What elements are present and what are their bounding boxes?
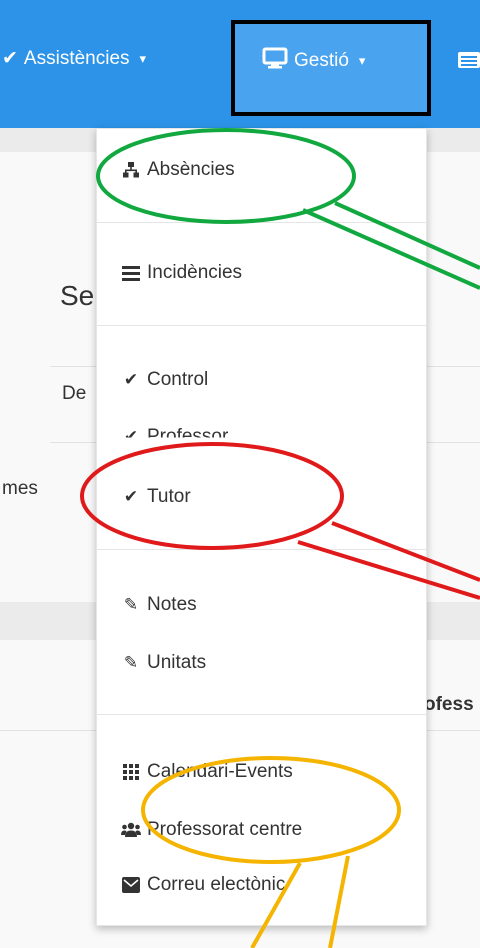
menu-item-correu-electonic[interactable]: Correu electònic bbox=[121, 874, 285, 896]
edit-icon: ✎ bbox=[123, 595, 139, 614]
nav-item-gestio[interactable]: Gestió ▾ bbox=[262, 47, 365, 75]
gestio-dropdown-menu: Absències Incidències ✔ Control ✔ Profes… bbox=[96, 128, 427, 926]
menu-divider bbox=[97, 714, 426, 715]
caret-down-icon: ▾ bbox=[139, 50, 147, 66]
list-icon bbox=[121, 265, 141, 281]
background-label: ofess bbox=[424, 694, 474, 715]
users-icon bbox=[121, 822, 141, 838]
menu-item-label: Professor bbox=[147, 426, 229, 447]
menu-divider bbox=[97, 325, 426, 326]
check-icon: ✔ bbox=[123, 487, 139, 506]
menu-item-unitats[interactable]: ✎ Unitats bbox=[121, 652, 206, 674]
menu-item-label: Absències bbox=[147, 159, 235, 180]
desktop-icon bbox=[262, 47, 288, 75]
menu-item-label: Control bbox=[147, 369, 209, 390]
envelope-icon bbox=[121, 877, 141, 893]
menu-item-label: Incidències bbox=[147, 262, 243, 283]
menu-item-label: Unitats bbox=[147, 652, 207, 673]
menu-item-label: Tutor bbox=[147, 486, 191, 507]
list-icon bbox=[458, 52, 480, 74]
check-icon: ✔ bbox=[123, 370, 139, 389]
menu-item-control[interactable]: ✔ Control bbox=[121, 369, 208, 391]
menu-item-tutor[interactable]: ✔ Tutor bbox=[121, 486, 191, 508]
menu-item-label: Professorat centre bbox=[147, 819, 303, 840]
sitemap-icon bbox=[121, 162, 141, 178]
nav-item-label: Assistències bbox=[23, 47, 130, 69]
caret-down-icon: ▾ bbox=[358, 53, 366, 68]
nav-item-partial[interactable] bbox=[458, 52, 480, 74]
nav-item-label: Gestió bbox=[294, 50, 349, 71]
menu-item-label: Notes bbox=[147, 594, 197, 615]
menu-divider bbox=[97, 549, 426, 550]
grid-icon bbox=[121, 764, 141, 780]
check-icon: ✔ bbox=[2, 48, 18, 69]
background-label: mes bbox=[2, 478, 38, 499]
menu-item-incidencies[interactable]: Incidències bbox=[121, 262, 242, 284]
background-label: De bbox=[62, 383, 87, 404]
menu-item-professor[interactable]: ✔ Professor bbox=[121, 426, 229, 447]
menu-item-calendari-events[interactable]: Calendari-Events bbox=[121, 761, 293, 783]
menu-item-professorat-centre[interactable]: Professorat centre bbox=[121, 819, 302, 841]
menu-item-label: Calendari-Events bbox=[147, 761, 293, 782]
edit-icon: ✎ bbox=[123, 653, 139, 672]
menu-item-notes[interactable]: ✎ Notes bbox=[121, 594, 197, 616]
menu-item-label: Correu electònic bbox=[147, 874, 286, 895]
background-heading: Se bbox=[60, 280, 95, 311]
menu-item-absencies[interactable]: Absències bbox=[121, 159, 235, 181]
check-icon: ✔ bbox=[123, 427, 139, 446]
menu-divider bbox=[97, 222, 426, 223]
nav-item-assistencies[interactable]: ✔ Assistències ▾ bbox=[2, 47, 146, 70]
